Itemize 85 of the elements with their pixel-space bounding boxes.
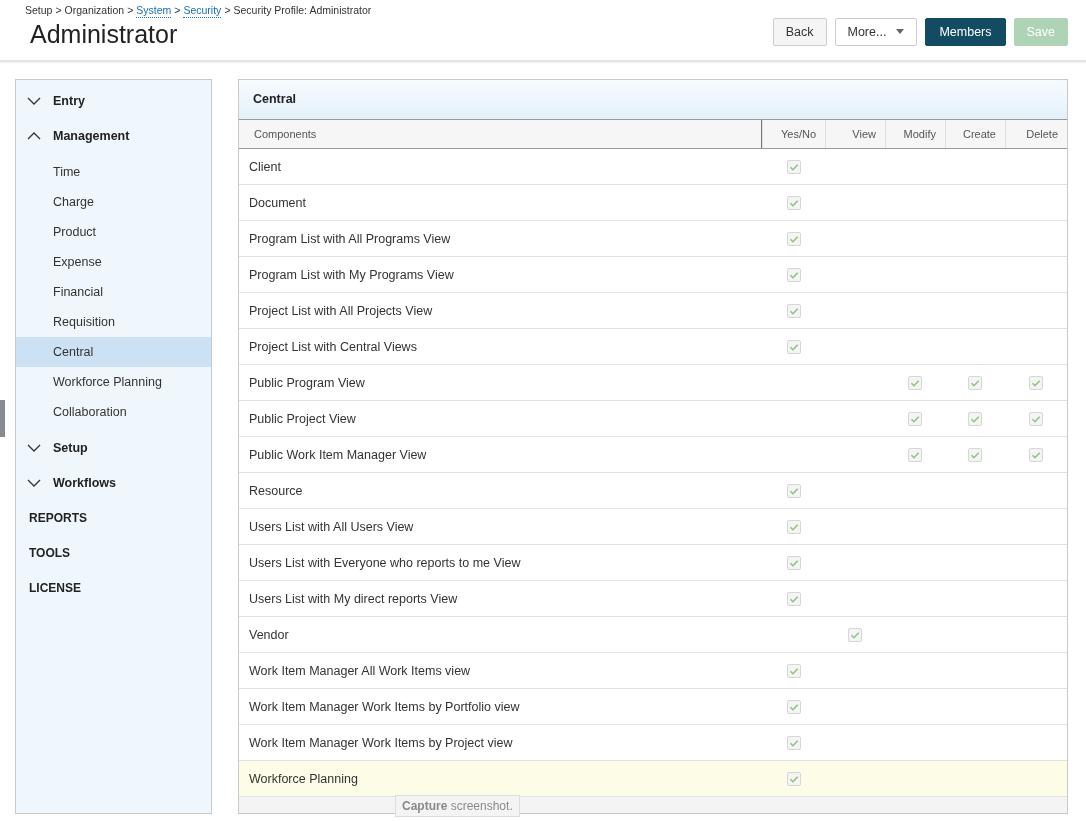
checkbox[interactable] [968, 447, 982, 462]
breadcrumb-link[interactable]: Security [183, 4, 222, 18]
checkbox[interactable] [786, 555, 801, 570]
breadcrumb-item: Organization [64, 4, 125, 18]
sidebar-item[interactable]: Collaboration [16, 397, 211, 427]
column-header[interactable]: Yes/No [762, 120, 825, 148]
action-button[interactable]: Back [772, 17, 827, 46]
component-name: Document [249, 195, 306, 210]
checkbox[interactable] [786, 591, 801, 606]
sidebar-item[interactable]: Product [16, 217, 211, 247]
component-name: Program List with All Programs View [249, 231, 451, 246]
checkbox[interactable] [968, 375, 982, 390]
more-dropdown[interactable]: More... [834, 17, 918, 46]
column-header[interactable]: Components [239, 120, 762, 148]
checkbox[interactable] [786, 483, 801, 498]
column-header[interactable]: Create [945, 120, 1005, 148]
checkbox[interactable] [848, 627, 862, 642]
checkbox[interactable] [786, 519, 801, 534]
component-name: Public Work Item Manager View [249, 447, 427, 462]
component-name: Program List with My Programs View [249, 267, 454, 282]
checkbox[interactable] [786, 267, 801, 282]
tooltip: Capture screenshot. [395, 795, 520, 817]
component-name: Work Item Manager All Work Items view [249, 663, 471, 678]
breadcrumb-item: Setup [25, 4, 53, 18]
sidebar-item[interactable]: Charge [16, 187, 211, 217]
column-header[interactable]: Delete [1005, 120, 1067, 148]
checkbox[interactable] [786, 159, 801, 174]
checkbox[interactable] [1029, 411, 1043, 426]
component-name: Users List with All Users View [249, 519, 414, 534]
breadcrumb-link[interactable]: System [136, 4, 172, 18]
sidebar-group[interactable]: Workflows [16, 469, 211, 497]
sidebar-item[interactable]: Time [16, 157, 211, 187]
component-name: Users List with My direct reports View [249, 591, 458, 606]
panel-title: Central [239, 80, 1067, 120]
action-button[interactable]: Members [925, 17, 1006, 46]
sidebar-item[interactable]: Central [16, 337, 211, 367]
checkbox[interactable] [1029, 447, 1043, 462]
breadcrumb-separator: > [55, 4, 62, 18]
component-name: Work Item Manager Work Items by Portfolio view [249, 699, 520, 714]
checkbox[interactable] [786, 771, 801, 786]
chevron-icon [27, 479, 41, 487]
component-name: Work Item Manager Work Items by Project view [249, 735, 513, 750]
caret-icon [896, 29, 905, 34]
sidebar-section[interactable]: REPORTS [16, 504, 211, 532]
collapse-handle[interactable] [0, 400, 5, 437]
sidebar-item[interactable]: Expense [16, 247, 211, 277]
checkbox[interactable] [908, 447, 922, 462]
sidebar-group[interactable]: Entry [16, 87, 211, 115]
breadcrumb-separator: > [224, 4, 231, 18]
component-name: Users List with Everyone who reports to me View [249, 555, 521, 570]
column-header[interactable]: Modify [885, 120, 945, 148]
checkbox[interactable] [1029, 375, 1043, 390]
checkbox[interactable] [968, 411, 982, 426]
sidebar-section[interactable]: LICENSE [16, 574, 211, 602]
checkbox[interactable] [786, 663, 801, 678]
checkbox[interactable] [908, 375, 922, 390]
checkbox[interactable] [786, 303, 801, 318]
breadcrumb-separator: > [174, 4, 181, 18]
component-name: Project List with Central Views [249, 339, 417, 354]
sidebar-group[interactable]: Setup [16, 434, 211, 462]
component-name: Project List with All Projects View [249, 303, 433, 318]
checkbox[interactable] [908, 411, 922, 426]
component-name: Public Project View [249, 411, 356, 426]
checkbox[interactable] [786, 339, 801, 354]
chevron-icon [27, 444, 41, 452]
checkbox[interactable] [786, 699, 801, 714]
component-name: Vendor [249, 627, 289, 642]
sidebar-item[interactable]: Workforce Planning [16, 367, 211, 397]
sidebar-section[interactable]: TOOLS [16, 539, 211, 567]
component-name: Client [249, 159, 281, 174]
breadcrumb-item: Security Profile: Administrator [233, 4, 372, 18]
component-name: Workforce Planning [249, 771, 358, 786]
page-title: Administrator [30, 20, 178, 49]
breadcrumb-separator: > [127, 4, 134, 18]
component-name: Public Program View [249, 375, 365, 390]
chevron-icon [27, 97, 41, 105]
column-header[interactable]: View [825, 120, 885, 148]
component-name: Resource [249, 483, 303, 498]
sidebar-item[interactable]: Requisition [16, 307, 211, 337]
checkbox[interactable] [786, 231, 801, 246]
chevron-icon [27, 132, 41, 140]
sidebar-group[interactable]: Management [16, 122, 211, 150]
checkbox[interactable] [786, 195, 801, 210]
sidebar-item[interactable]: Financial [16, 277, 211, 307]
checkbox[interactable] [786, 735, 801, 750]
